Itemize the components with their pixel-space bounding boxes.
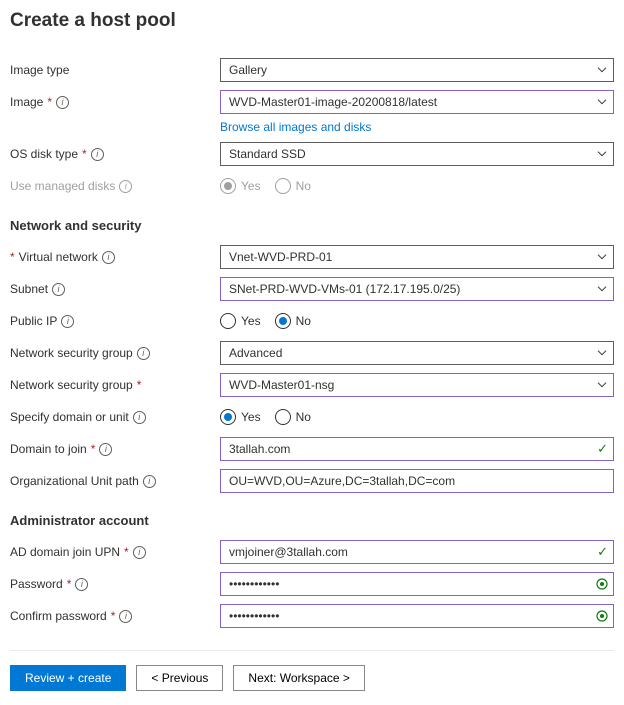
domain-to-join-input[interactable]: [220, 437, 614, 461]
info-icon[interactable]: i: [133, 411, 146, 424]
managed-disks-yes-radio: Yes: [220, 178, 261, 194]
label-use-managed-disks: Use managed disks i: [10, 179, 220, 193]
password-input[interactable]: [220, 572, 614, 596]
chevron-down-icon: [597, 67, 607, 73]
info-icon[interactable]: i: [119, 610, 132, 623]
wizard-footer: Review + create < Previous Next: Workspa…: [10, 650, 614, 705]
label-ad-upn: AD domain join UPN* i: [10, 545, 220, 559]
chevron-down-icon: [597, 350, 607, 356]
page-title: Create a host pool: [10, 10, 614, 32]
info-icon[interactable]: i: [75, 578, 88, 591]
chevron-down-icon: [597, 382, 607, 388]
info-icon[interactable]: i: [91, 148, 104, 161]
info-icon[interactable]: i: [52, 283, 65, 296]
eye-icon[interactable]: [594, 576, 610, 592]
os-disk-type-select[interactable]: Standard SSD: [220, 142, 614, 166]
subnet-select[interactable]: SNet-PRD-WVD-VMs-01 (172.17.195.0/25): [220, 277, 614, 301]
info-icon[interactable]: i: [61, 315, 74, 328]
info-icon[interactable]: i: [133, 546, 146, 559]
image-select[interactable]: WVD-Master01-image-20200818/latest: [220, 90, 614, 114]
specify-domain-no-radio[interactable]: No: [275, 409, 311, 425]
virtual-network-select[interactable]: Vnet-WVD-PRD-01: [220, 245, 614, 269]
review-create-button[interactable]: Review + create: [10, 665, 126, 691]
ad-upn-input[interactable]: [220, 540, 614, 564]
chevron-down-icon: [597, 99, 607, 105]
label-subnet: Subnet i: [10, 282, 220, 296]
info-icon[interactable]: i: [102, 251, 115, 264]
label-nsg-required: Network security group*: [10, 378, 220, 392]
label-domain-to-join: Domain to join* i: [10, 442, 220, 456]
label-public-ip: Public IP i: [10, 314, 220, 328]
info-icon[interactable]: i: [143, 475, 156, 488]
section-admin-account: Administrator account: [10, 513, 614, 528]
eye-icon[interactable]: [594, 608, 610, 624]
nsg-select[interactable]: Advanced: [220, 341, 614, 365]
chevron-down-icon: [597, 151, 607, 157]
image-type-select[interactable]: Gallery: [220, 58, 614, 82]
info-icon: i: [119, 180, 132, 193]
chevron-down-icon: [597, 254, 607, 260]
label-password: Password* i: [10, 577, 220, 591]
label-os-disk-type: OS disk type* i: [10, 147, 220, 161]
label-image: Image* i: [10, 95, 220, 109]
specify-domain-yes-radio[interactable]: Yes: [220, 409, 261, 425]
browse-images-link[interactable]: Browse all images and disks: [220, 120, 371, 134]
info-icon[interactable]: i: [137, 347, 150, 360]
section-network-security: Network and security: [10, 218, 614, 233]
ou-path-input[interactable]: [220, 469, 614, 493]
chevron-down-icon: [597, 286, 607, 292]
managed-disks-no-radio: No: [275, 178, 311, 194]
label-ou-path: Organizational Unit path i: [10, 474, 220, 488]
label-image-type: Image type: [10, 63, 220, 77]
label-confirm-password: Confirm password* i: [10, 609, 220, 623]
nsg-required-select[interactable]: WVD-Master01-nsg: [220, 373, 614, 397]
public-ip-no-radio[interactable]: No: [275, 313, 311, 329]
confirm-password-input[interactable]: [220, 604, 614, 628]
label-nsg: Network security group i: [10, 346, 220, 360]
label-virtual-network: *Virtual network i: [10, 250, 220, 264]
label-specify-domain: Specify domain or unit i: [10, 410, 220, 424]
public-ip-yes-radio[interactable]: Yes: [220, 313, 261, 329]
info-icon[interactable]: i: [99, 443, 112, 456]
next-button[interactable]: Next: Workspace >: [233, 665, 364, 691]
info-icon[interactable]: i: [56, 96, 69, 109]
previous-button[interactable]: < Previous: [136, 665, 223, 691]
